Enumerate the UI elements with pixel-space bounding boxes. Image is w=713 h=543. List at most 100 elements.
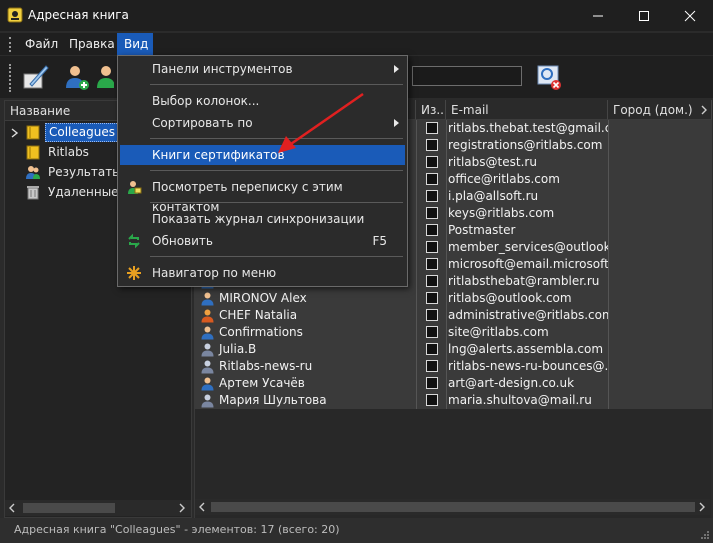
contact-email: art@art-design.co.uk — [448, 376, 575, 390]
table-row[interactable]: Julia.B lng@alerts.assembla.com — [195, 341, 712, 358]
table-row[interactable]: Мария Шультова maria.shultova@mail.ru — [195, 392, 712, 409]
column-divider — [608, 188, 609, 205]
column-header-city-label: Город (дом.) — [613, 103, 693, 117]
column-divider — [446, 358, 447, 375]
contact-icon — [201, 394, 214, 408]
table-row[interactable]: Ritlabs-news-ru ritlabs-news-ru-bounces@.… — [195, 358, 712, 375]
contact-checkbox[interactable] — [426, 156, 438, 168]
menu-item-refresh[interactable]: Обновить F5 — [120, 231, 405, 251]
chevron-right-icon[interactable] — [11, 128, 19, 138]
scroll-right-icon[interactable] — [699, 502, 705, 512]
contact-checkbox[interactable] — [426, 360, 438, 372]
contact-checkbox[interactable] — [426, 139, 438, 151]
column-divider — [416, 358, 417, 375]
contact-checkbox[interactable] — [426, 224, 438, 236]
compose-button[interactable] — [18, 60, 52, 94]
column-divider — [446, 222, 447, 239]
add-user-icon — [66, 66, 89, 90]
resize-grip-icon[interactable] — [700, 530, 710, 540]
quick-search-input[interactable] — [412, 66, 522, 86]
contact-checkbox[interactable] — [426, 241, 438, 253]
menu-item-toolbars[interactable]: Панели инструментов — [120, 59, 405, 79]
contact-checkbox[interactable] — [426, 122, 438, 134]
maximize-button[interactable] — [621, 0, 667, 31]
contact-checkbox[interactable] — [426, 394, 438, 406]
contact-email: administrative@ritlabs.com — [448, 308, 608, 322]
refresh-icon — [128, 233, 140, 249]
contact-checkbox[interactable] — [426, 207, 438, 219]
menu-view[interactable]: Вид — [117, 33, 153, 55]
contact-name: CHEF Natalia — [219, 308, 298, 322]
toolbar-grip[interactable] — [9, 64, 14, 92]
menu-separator — [150, 170, 403, 171]
menu-item-label: Книги сертификатов — [152, 148, 285, 162]
add-contact-button[interactable] — [60, 60, 94, 94]
contact-name: Ritlabs-news-ru — [219, 359, 313, 373]
column-divider — [608, 239, 609, 256]
minimize-button[interactable] — [575, 0, 621, 31]
contact-email: registrations@ritlabs.com — [448, 138, 603, 152]
menu-item-label: Сортировать по — [152, 116, 253, 130]
address-book-app-icon — [7, 7, 23, 23]
scrollbar-thumb[interactable] — [211, 502, 695, 512]
contact-checkbox[interactable] — [426, 190, 438, 202]
menubar-grip[interactable] — [9, 37, 14, 52]
contact-checkbox[interactable] — [426, 309, 438, 321]
menu-bar: Файл Правка Вид — [0, 33, 713, 55]
column-header-city[interactable]: Город (дом.) — [608, 100, 712, 120]
contact-checkbox[interactable] — [426, 292, 438, 304]
column-divider — [608, 324, 609, 341]
table-row[interactable]: Артем Усачёв art@art-design.co.uk — [195, 375, 712, 392]
column-header-from[interactable]: Из... — [416, 100, 446, 120]
scroll-left-icon[interactable] — [199, 502, 205, 512]
address-book-icon — [26, 145, 40, 160]
table-row[interactable]: MIRONOV Alex ritlabs@outlook.com — [195, 290, 712, 307]
tree-horizontal-scrollbar[interactable] — [5, 500, 191, 516]
menu-item-label: Панели инструментов — [152, 62, 293, 76]
find-contact-button[interactable] — [533, 60, 567, 94]
table-row[interactable]: Confirmations site@ritlabs.com — [195, 324, 712, 341]
column-divider — [416, 324, 417, 341]
column-divider — [416, 290, 417, 307]
add-group-button[interactable] — [94, 60, 114, 94]
contact-checkbox[interactable] — [426, 326, 438, 338]
contact-name: Julia.B — [219, 342, 257, 356]
status-bar: Адресная книга "Colleagues" - элементов:… — [0, 518, 713, 543]
contact-checkbox[interactable] — [426, 275, 438, 287]
scrollbar-thumb[interactable] — [23, 503, 115, 513]
column-divider — [416, 341, 417, 358]
column-divider — [416, 239, 417, 256]
contact-email: keys@ritlabs.com — [448, 206, 555, 220]
scroll-left-icon[interactable] — [9, 503, 15, 513]
contact-checkbox[interactable] — [426, 173, 438, 185]
contact-checkbox[interactable] — [426, 258, 438, 270]
list-horizontal-scrollbar[interactable] — [195, 499, 710, 515]
table-row[interactable]: CHEF Natalia administrative@ritlabs.com — [195, 307, 712, 324]
menu-item-sync-log[interactable]: Показать журнал синхронизации — [120, 209, 405, 229]
column-divider — [446, 188, 447, 205]
contact-icon — [201, 309, 214, 323]
column-divider — [446, 273, 447, 290]
contact-email: maria.shultova@mail.ru — [448, 393, 592, 407]
close-icon — [684, 10, 696, 21]
menu-item-menu-navigator[interactable]: Навигатор по меню — [120, 263, 405, 283]
column-divider — [446, 307, 447, 324]
close-button[interactable] — [667, 0, 713, 31]
contact-checkbox[interactable] — [426, 377, 438, 389]
navigator-star-icon — [127, 266, 141, 280]
column-header-email[interactable]: E-mail — [446, 100, 608, 120]
column-divider — [416, 137, 417, 154]
contact-email: site@ritlabs.com — [448, 325, 549, 339]
column-divider — [446, 324, 447, 341]
column-divider — [446, 392, 447, 409]
menu-item-view-correspondence[interactable]: Посмотреть переписку с этим контактом — [120, 177, 405, 214]
scroll-right-icon[interactable] — [701, 105, 707, 115]
contact-checkbox[interactable] — [426, 343, 438, 355]
trash-icon — [27, 186, 39, 200]
menu-edit[interactable]: Правка — [62, 33, 122, 55]
column-divider — [416, 154, 417, 171]
column-divider — [446, 375, 447, 392]
scroll-right-icon[interactable] — [179, 503, 185, 513]
annotation-arrow-head — [278, 136, 296, 153]
menu-file[interactable]: Файл — [18, 33, 65, 55]
